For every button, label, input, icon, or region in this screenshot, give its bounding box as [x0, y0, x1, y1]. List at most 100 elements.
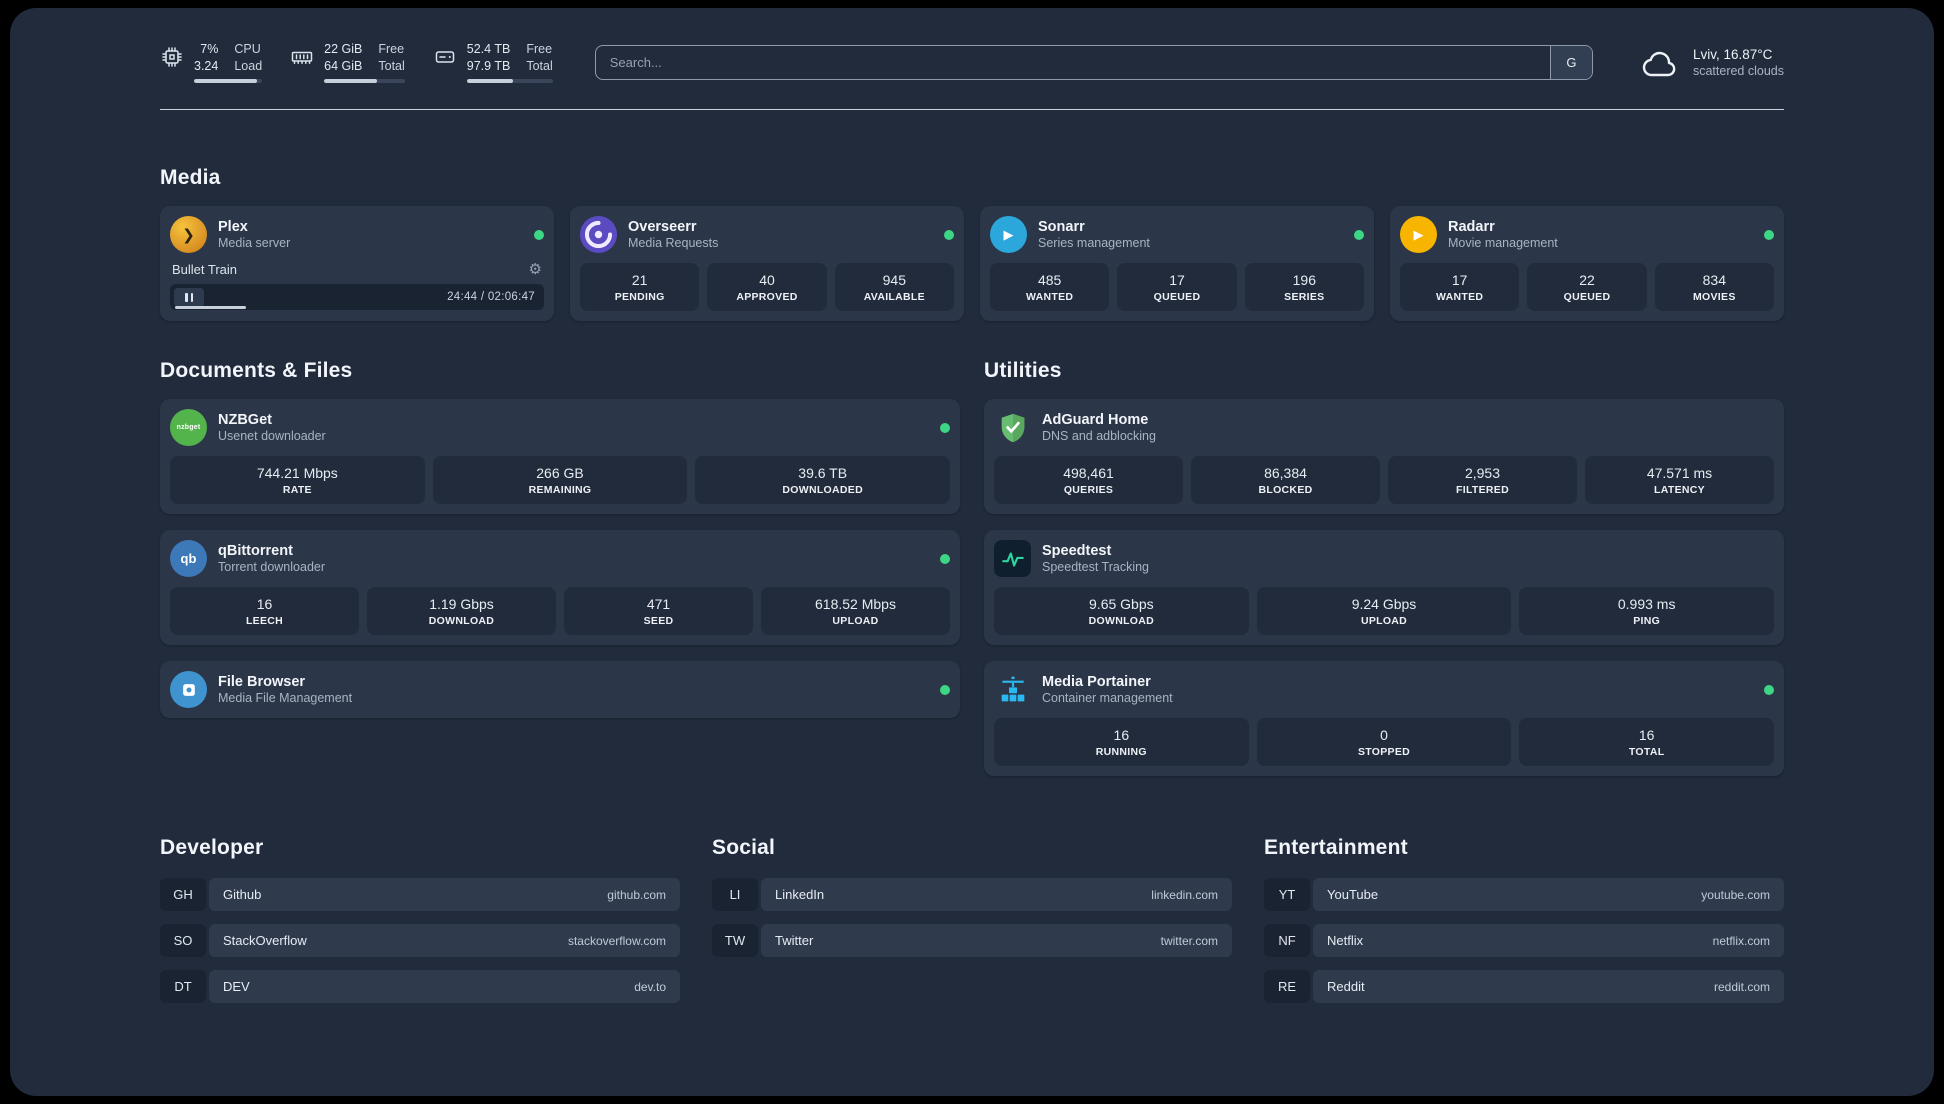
- stats-row: 744.21 Mbps RATE 266 GB REMAINING 39.6 T…: [170, 456, 951, 505]
- stats-row: 9.65 Gbps DOWNLOAD 9.24 Gbps UPLOAD 0.99…: [994, 587, 1775, 636]
- memory-icon: [290, 45, 314, 69]
- service-card-filebrowser[interactable]: File Browser Media File Management: [160, 661, 960, 719]
- service-name: Radarr: [1448, 219, 1495, 236]
- bookmark-group-title: Entertainment: [1264, 836, 1408, 860]
- stat-value: 498,461: [1063, 465, 1114, 482]
- stat-tile: 16 RUNNING: [994, 718, 1249, 767]
- bookmark-stackoverflow[interactable]: SO StackOverflow stackoverflow.com: [160, 924, 680, 958]
- stat-value: 485: [1037, 272, 1062, 289]
- card-header: ▶ Radarr Movie management: [1400, 216, 1774, 254]
- bookmark-abbr: RE: [1264, 970, 1310, 1004]
- card-header: Media Portainer Container management: [994, 671, 1774, 708]
- cpu-load-label: Load: [234, 58, 263, 73]
- bookmark-abbr: GH: [160, 878, 206, 912]
- stat-value: 618.52 Mbps: [815, 596, 896, 613]
- bookmark-netflix[interactable]: NF Netflix netflix.com: [1264, 924, 1784, 958]
- bookmark-reddit[interactable]: RE Reddit reddit.com: [1264, 970, 1784, 1004]
- stat-label: AVAILABLE: [863, 291, 925, 304]
- bookmark-name: YouTube: [1327, 887, 1379, 903]
- service-card-nzbget[interactable]: nzbget NZBGet Usenet downloader 744.21 M…: [160, 399, 960, 515]
- stat-value: 39.6 TB: [798, 465, 848, 482]
- card-header: nzbget NZBGet Usenet downloader: [170, 409, 950, 447]
- bookmark-abbr: TW: [712, 924, 758, 958]
- stats-row: 16 RUNNING 0 STOPPED 16 TOTAL: [994, 718, 1775, 767]
- stat-value: 21: [631, 272, 648, 289]
- stat-tile: 86,384 BLOCKED: [1191, 456, 1380, 505]
- plex-now-playing: Bullet Train ⚙ 24:44 / 02:06:47: [170, 262, 544, 311]
- stat-tile: 618.52 Mbps UPLOAD: [761, 587, 950, 636]
- disk-free-value: 52.4 TB: [466, 42, 511, 56]
- gear-icon[interactable]: ⚙: [529, 262, 542, 277]
- stat-label: QUEUED: [1563, 291, 1611, 304]
- pause-button[interactable]: [174, 287, 204, 307]
- stat-label: RATE: [282, 484, 312, 497]
- search-bar: G: [594, 45, 1593, 81]
- stat-tile: 498,461 QUERIES: [994, 456, 1183, 505]
- stat-value: 16: [1638, 727, 1655, 744]
- service-card-sonarr[interactable]: ▶ Sonarr Series management 485 WANTED 17…: [980, 206, 1374, 322]
- stats-row: 498,461 QUERIES 86,384 BLOCKED 2,953 FIL…: [994, 456, 1774, 505]
- bookmark-url: dev.to: [634, 979, 666, 994]
- bookmark-youtube[interactable]: YT YouTube youtube.com: [1264, 878, 1784, 912]
- service-name: NZBGet: [218, 412, 272, 429]
- service-card-qbittorrent[interactable]: qb qBittorrent Torrent downloader 16 LEE…: [160, 530, 960, 646]
- stat-label: TOTAL: [1628, 746, 1665, 759]
- bookmark-group-title: Developer: [160, 836, 264, 860]
- bookmark-twitter[interactable]: TW Twitter twitter.com: [712, 924, 1232, 958]
- bookmark-linkedin[interactable]: LI LinkedIn linkedin.com: [712, 878, 1232, 912]
- sonarr-icon: ▶: [990, 216, 1027, 254]
- system-metrics: 7% CPU 3.24 Load 22 GiB Free 64 GiB Tota…: [160, 42, 553, 84]
- stat-label: UPLOAD: [1360, 615, 1408, 628]
- stat-value: 266 GB: [536, 465, 584, 482]
- status-dot: [1354, 229, 1364, 240]
- disk-total-label: Total: [526, 58, 553, 73]
- cloud-icon: [1639, 47, 1681, 79]
- stat-value: 9.24 Gbps: [1351, 596, 1417, 613]
- card-header: Speedtest Speedtest Tracking: [994, 540, 1774, 578]
- service-card-portainer[interactable]: Media Portainer Container management 16 …: [984, 661, 1784, 777]
- stat-value: 40: [759, 272, 775, 289]
- stat-label: QUERIES: [1063, 484, 1114, 497]
- nzbget-icon: nzbget: [170, 409, 207, 447]
- stat-label: SEED: [643, 615, 674, 628]
- status-dot: [940, 553, 950, 564]
- bookmark-abbr: LI: [712, 878, 758, 912]
- bookmark-url: github.com: [607, 887, 666, 902]
- stats-row: 21 PENDING 40 APPROVED 945 AVAILABLE: [580, 263, 954, 312]
- bookmark-group-entertainment: Entertainment YT YouTube youtube.com NF …: [1264, 836, 1784, 1016]
- cpu-icon: [160, 45, 184, 69]
- bookmark-name: Github: [223, 887, 262, 903]
- stats-row: 17 WANTED 22 QUEUED 834 MOVIES: [1400, 263, 1774, 312]
- stat-tile: 17 WANTED: [1400, 263, 1520, 312]
- player-controls: 24:44 / 02:06:47: [170, 284, 544, 311]
- overseerr-icon: [580, 216, 617, 254]
- stat-value: 86,384: [1264, 465, 1307, 482]
- stat-value: 1.19 Gbps: [429, 596, 494, 613]
- documents-section: Documents & Files nzbget NZBGet Usenet d…: [160, 359, 960, 719]
- stat-tile: 22 QUEUED: [1527, 263, 1647, 312]
- portainer-icon: [994, 671, 1031, 708]
- search-provider-button[interactable]: G: [1549, 46, 1592, 80]
- service-card-plex[interactable]: ❯ Plex Media server Bullet Train ⚙ 24:44…: [160, 206, 554, 322]
- search-input[interactable]: [595, 46, 1550, 80]
- disk-metric: 52.4 TB Free 97.9 TB Total: [433, 42, 553, 84]
- stat-value: 17: [1169, 272, 1185, 289]
- stat-value: 16: [256, 596, 273, 613]
- stat-value: 744.21 Mbps: [256, 465, 338, 482]
- cpu-usage-value: 7%: [200, 42, 219, 56]
- stat-value: 17: [1451, 272, 1468, 289]
- bookmark-dev[interactable]: DT DEV dev.to: [160, 970, 680, 1004]
- stat-tile: 9.65 Gbps DOWNLOAD: [994, 587, 1249, 636]
- service-card-overseerr[interactable]: Overseerr Media Requests 21 PENDING 40 A…: [570, 206, 964, 322]
- service-card-radarr[interactable]: ▶ Radarr Movie management 17 WANTED 22 Q…: [1390, 206, 1784, 322]
- stat-value: 22: [1579, 272, 1595, 289]
- service-card-adguard[interactable]: AdGuard Home DNS and adblocking 498,461 …: [984, 399, 1784, 515]
- bookmark-url: reddit.com: [1713, 979, 1770, 994]
- bookmark-name: LinkedIn: [775, 887, 825, 903]
- stat-label: UPLOAD: [832, 615, 879, 628]
- service-card-speedtest[interactable]: Speedtest Speedtest Tracking 9.65 Gbps D…: [984, 530, 1784, 646]
- bookmark-github[interactable]: GH Github github.com: [160, 878, 680, 912]
- service-subtitle: DNS and adblocking: [1042, 429, 1156, 444]
- topbar: 7% CPU 3.24 Load 22 GiB Free 64 GiB Tota…: [160, 42, 1784, 84]
- bookmark-url: twitter.com: [1160, 933, 1218, 948]
